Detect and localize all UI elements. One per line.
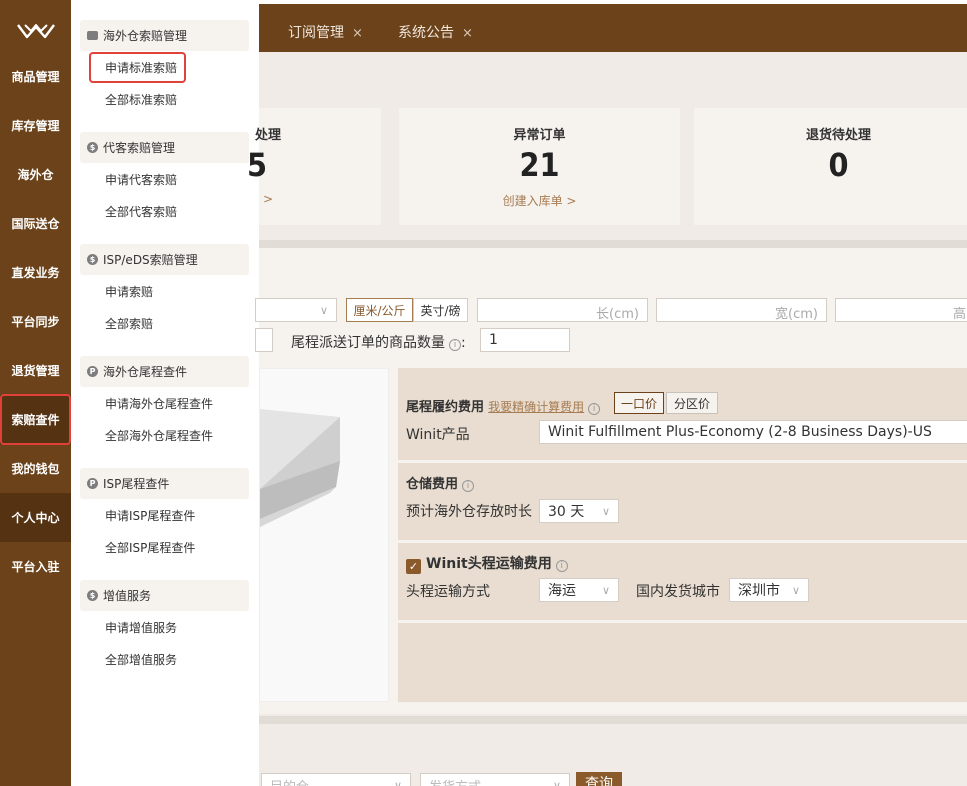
submenu-link-all-overseas-tracking[interactable]: 全部海外仓尾程查件 [105,426,213,446]
length-input[interactable]: 长(cm) [477,298,648,322]
dollar-icon: $ [87,590,98,601]
submenu-link-apply-overseas-tracking[interactable]: 申请海外仓尾程查件 [105,394,213,414]
winit-product-select[interactable]: Winit Fulfillment Plus-Economy (2-8 Busi… [539,420,967,444]
tab-subscription[interactable]: 订阅管理 × [288,4,363,52]
submenu-link-apply-standard-claim[interactable]: 申请标准索赔 [105,58,177,78]
height-input[interactable]: 高 [835,298,967,322]
submenu-link-all-claims[interactable]: 全部索赔 [105,314,153,334]
origin-city-label: 国内发货城市 [636,584,720,600]
fee-summary-section [398,623,967,702]
nav-item-overseas-warehouse[interactable]: 海外仓 [0,150,71,199]
storage-fee-title: 仓储费用 [406,477,459,492]
submenu-link-all-isp-tracking[interactable]: 全部ISP尾程查件 [105,538,195,558]
firstleg-fee-title: Winit头程运输费用 [426,556,552,572]
create-inbound-link[interactable]: 创建入库单 > [399,192,680,209]
main-content: 处理 5 > 异常订单 21 创建入库单 > 退货待处理 0 ∨ 厘米/公斤 英… [247,52,967,786]
lastmile-fee-section: 尾程履约费用 我要精确计算费用 i 一口价 分区价 Winit产品 Winit F… [398,368,967,460]
submenu-link-apply-agent-claim[interactable]: 申请代客索赔 [105,170,177,190]
submenu-group-isp-claims: $ ISP/eDS索赔管理 [80,244,249,275]
unit-imperial-button[interactable]: 英寸/磅 [413,298,468,322]
submenu-group-value-added: $ 增值服务 [80,580,249,611]
submenu-group-overseas-claims: 海外仓索赔管理 [80,20,249,51]
stat-card-returns-pending[interactable]: 退货待处理 0 [694,108,967,225]
precise-calc-link[interactable]: 我要精确计算费用 [488,400,584,414]
unit-metric-button[interactable]: 厘米/公斤 [346,298,413,322]
flat-price-toggle[interactable]: 一口价 [614,392,664,414]
tag-icon: P [87,366,98,377]
winit-product-label: Winit产品 [406,427,470,443]
zone-price-toggle[interactable]: 分区价 [666,392,718,414]
firstleg-method-label: 头程运输方式 [406,584,490,600]
chevron-down-icon: ∨ [601,504,610,518]
submenu-link-all-value-added[interactable]: 全部增值服务 [105,650,177,670]
storage-duration-select[interactable]: 30 天 ∨ [539,499,619,523]
width-input[interactable]: 宽(cm) [656,298,827,322]
top-tab-bar: 订阅管理 × 系统公告 × [259,4,967,52]
nav-item-intl-delivery[interactable]: 国际送仓 [0,199,71,248]
close-icon[interactable]: × [352,26,363,41]
input-partial[interactable] [255,328,273,352]
info-icon[interactable]: i [588,403,601,415]
nav-item-platform-onboard[interactable]: 平台入驻 [0,542,71,591]
section-divider [259,240,967,248]
chevron-down-icon: ∨ [601,583,610,597]
product-image [259,368,389,702]
dollar-icon: $ [87,142,98,153]
destination-warehouse-select[interactable]: 目的仓∨ [261,773,411,786]
tag-icon: P [87,478,98,489]
lastmile-fee-title: 尾程履约费用 [406,400,485,415]
nav-item-returns[interactable]: 退货管理 [0,346,71,395]
shipping-method-select[interactable]: 发货方式∨ [420,773,570,786]
submenu-group-isp-tracking: P ISP尾程查件 [80,468,249,499]
info-icon[interactable]: i [449,339,461,351]
firstleg-checkbox[interactable]: ✓ [406,559,421,574]
nav-item-profile[interactable]: 个人中心 [0,493,71,542]
info-icon[interactable]: i [462,480,475,492]
chevron-down-icon: ∨ [791,583,800,597]
storage-fee-section: 仓储费用 i 预计海外仓存放时长 30 天 ∨ [398,463,967,540]
chevron-down-icon: ∨ [393,778,402,786]
submenu-group-overseas-tracking: P 海外仓尾程查件 [80,356,249,387]
nav-item-wallet[interactable]: 我的钱包 [0,444,71,493]
nav-item-direct-ship[interactable]: 直发业务 [0,248,71,297]
tab-announcements[interactable]: 系统公告 × [398,4,473,52]
submenu-link-all-agent-claims[interactable]: 全部代客索赔 [105,202,177,222]
qty-label: 尾程派送订单的商品数量 i: [291,335,466,351]
nav-item-claims[interactable]: 索赔查件 [0,395,71,444]
winit-logo-icon[interactable] [0,4,71,58]
nav-item-inventory[interactable]: 库存管理 [0,101,71,150]
firstleg-fee-section: ✓ Winit头程运输费用 i 头程运输方式 海运 ∨ 国内发货城市 深圳市 ∨ [398,543,967,620]
submenu-link-apply-value-added[interactable]: 申请增值服务 [105,618,177,638]
nav-item-products[interactable]: 商品管理 [0,52,71,101]
qty-input[interactable]: 1 [480,328,570,352]
submenu-link-apply-isp-tracking[interactable]: 申请ISP尾程查件 [105,506,195,526]
origin-city-select[interactable]: 深圳市 ∨ [729,578,809,602]
stat-card-abnormal-orders[interactable]: 异常订单 21 创建入库单 > [399,108,680,225]
firstleg-method-select[interactable]: 海运 ∨ [539,578,619,602]
fee-calculator-panel: ∨ 厘米/公斤 英寸/磅 长(cm) 宽(cm) 高 尾程派送订单的商品数量 i:… [255,248,967,714]
chevron-down-icon: ∨ [319,303,328,317]
chevron-down-icon: ∨ [552,778,561,786]
info-icon[interactable]: i [555,560,568,572]
submenu-group-agent-claims: $ 代客索赔管理 [80,132,249,163]
left-nav: 商品管理 库存管理 海外仓 国际送仓 直发业务 平台同步 退货管理 索赔查件 我… [0,0,71,786]
stats-row: 处理 5 > 异常订单 21 创建入库单 > 退货待处理 0 [247,108,967,225]
dollar-icon: $ [87,254,98,265]
nav-item-platform-sync[interactable]: 平台同步 [0,297,71,346]
query-button[interactable]: 查询 [576,772,622,786]
submenu-link-apply-claim[interactable]: 申请索赔 [105,282,153,302]
section-divider [259,716,967,724]
storage-duration-label: 预计海外仓存放时长 [406,504,532,520]
submenu-link-all-standard-claims[interactable]: 全部标准索赔 [105,90,177,110]
dropdown-partial[interactable]: ∨ [255,298,337,322]
card-icon [87,31,98,40]
claims-submenu: 海外仓索赔管理 申请标准索赔 全部标准索赔 $ 代客索赔管理 申请代客索赔 全部代… [71,4,259,786]
stat-card-pending[interactable]: 处理 5 > [247,108,381,225]
close-icon[interactable]: × [462,26,473,41]
